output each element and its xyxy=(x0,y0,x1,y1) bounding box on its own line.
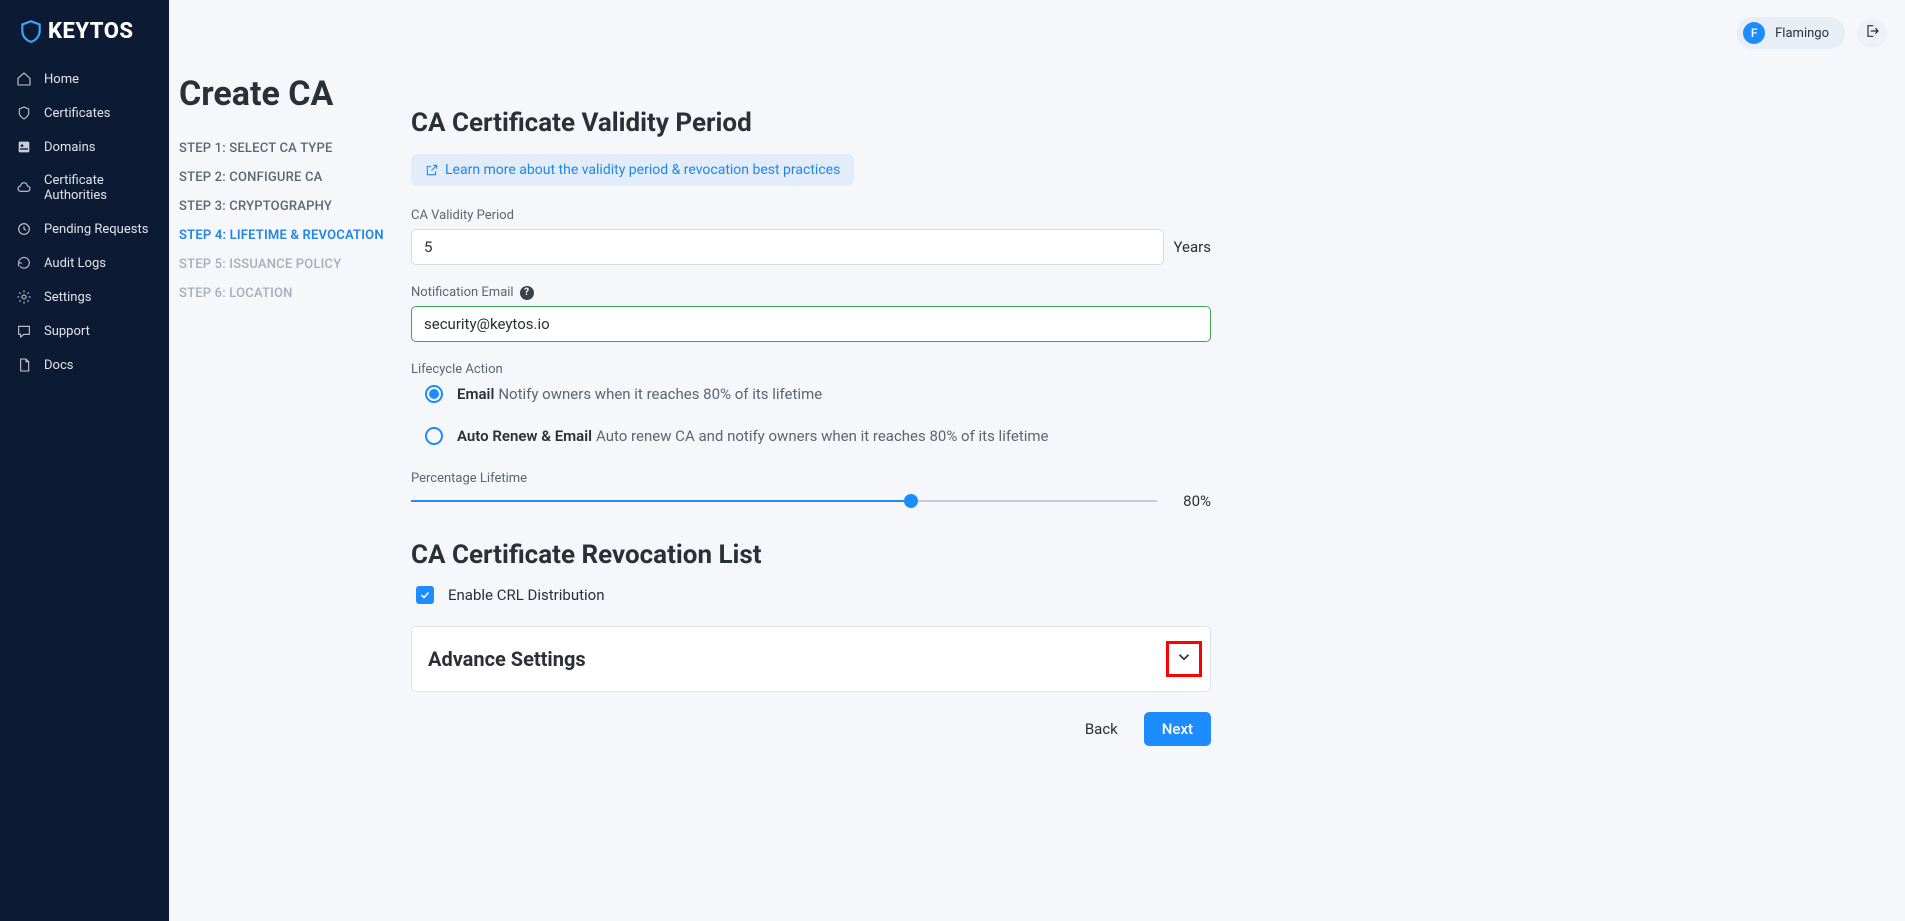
step-2[interactable]: STEP 2: CONFIGURE CA xyxy=(179,163,411,192)
percentage-slider[interactable] xyxy=(411,500,1157,502)
logout-icon xyxy=(1864,23,1880,43)
gear-icon xyxy=(16,289,32,305)
nav-home[interactable]: Home xyxy=(0,62,169,96)
home-icon xyxy=(16,71,32,87)
crl-checkbox-label: Enable CRL Distribution xyxy=(448,586,604,604)
form-column: CA Certificate Validity Period Learn mor… xyxy=(411,66,1211,746)
advance-settings-accordion[interactable]: Advance Settings xyxy=(411,626,1211,692)
logout-button[interactable] xyxy=(1857,18,1887,48)
steps-column: Create CA STEP 1: SELECT CA TYPE STEP 2:… xyxy=(179,66,411,746)
shield-icon xyxy=(18,18,44,44)
nav-cas[interactable]: Certificate Authorities xyxy=(0,164,169,212)
validity-section-title: CA Certificate Validity Period xyxy=(411,108,1211,138)
nav-audit[interactable]: Audit Logs xyxy=(0,246,169,280)
wizard-steps: STEP 1: SELECT CA TYPE STEP 2: CONFIGURE… xyxy=(179,134,411,308)
step-3[interactable]: STEP 3: CRYPTOGRAPHY xyxy=(179,192,411,221)
help-icon[interactable]: ? xyxy=(520,286,534,300)
radio-auto-renew[interactable]: Auto Renew & Email Auto renew CA and not… xyxy=(425,427,1211,445)
radio-email[interactable]: Email Notify owners when it reaches 80% … xyxy=(425,385,1211,403)
crl-checkbox[interactable] xyxy=(416,586,434,604)
file-icon xyxy=(16,357,32,373)
page-title: Create CA xyxy=(179,74,411,114)
nav-pending[interactable]: Pending Requests xyxy=(0,212,169,246)
validity-period-label: CA Validity Period xyxy=(411,208,1211,223)
validity-period-input[interactable] xyxy=(411,229,1164,265)
cloud-icon xyxy=(16,180,32,196)
topbar: F Flamingo xyxy=(169,0,1905,66)
chevron-down-icon xyxy=(1175,648,1193,670)
slider-thumb-icon[interactable] xyxy=(904,494,918,508)
user-name: Flamingo xyxy=(1775,26,1829,41)
sidebar: KEYTOS Home Certificates Domains Certifi… xyxy=(0,0,169,921)
user-chip[interactable]: F Flamingo xyxy=(1737,17,1845,49)
crl-section-title: CA Certificate Revocation List xyxy=(411,540,1211,570)
nav-support[interactable]: Support xyxy=(0,314,169,348)
shield-check-icon xyxy=(16,105,32,121)
learn-more-link[interactable]: Learn more about the validity period & r… xyxy=(411,154,854,186)
step-6: STEP 6: LOCATION xyxy=(179,279,411,308)
content: Create CA STEP 1: SELECT CA TYPE STEP 2:… xyxy=(169,66,1905,746)
history-icon xyxy=(16,255,32,271)
accordion-toggle-highlight[interactable] xyxy=(1166,641,1202,677)
back-button[interactable]: Back xyxy=(1075,712,1128,746)
chat-icon xyxy=(16,323,32,339)
brand-name: KEYTOS xyxy=(48,19,134,44)
nav-domains[interactable]: Domains xyxy=(0,130,169,164)
radio-button-icon xyxy=(425,427,443,445)
notification-email-input[interactable] xyxy=(411,306,1211,342)
check-icon xyxy=(419,586,431,605)
nav-certificates[interactable]: Certificates xyxy=(0,96,169,130)
step-5: STEP 5: ISSUANCE POLICY xyxy=(179,250,411,279)
brand-logo: KEYTOS xyxy=(0,12,169,62)
nav-list: Home Certificates Domains Certificate Au… xyxy=(0,62,169,382)
validity-unit: Years xyxy=(1174,238,1211,256)
wizard-footer: Back Next xyxy=(411,712,1211,746)
nav-settings[interactable]: Settings xyxy=(0,280,169,314)
badge-icon xyxy=(16,139,32,155)
main: F Flamingo Create CA STEP 1: SELECT CA T… xyxy=(169,0,1905,921)
step-4[interactable]: STEP 4: LIFETIME & REVOCATION xyxy=(179,221,411,250)
accordion-title: Advance Settings xyxy=(428,647,586,671)
lifecycle-label: Lifecycle Action xyxy=(411,362,1211,377)
radio-button-icon xyxy=(425,385,443,403)
avatar: F xyxy=(1743,22,1765,44)
notification-email-label: Notification Email ? xyxy=(411,285,1211,300)
percentage-value: 80% xyxy=(1171,492,1211,510)
clock-icon xyxy=(16,221,32,237)
step-1[interactable]: STEP 1: SELECT CA TYPE xyxy=(179,134,411,163)
external-link-icon xyxy=(425,163,439,177)
next-button[interactable]: Next xyxy=(1144,712,1211,746)
percentage-label: Percentage Lifetime xyxy=(411,471,1211,486)
nav-docs[interactable]: Docs xyxy=(0,348,169,382)
